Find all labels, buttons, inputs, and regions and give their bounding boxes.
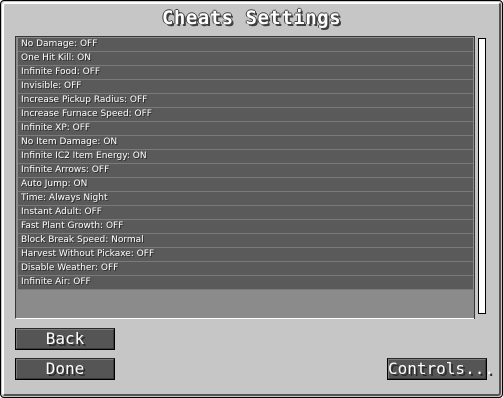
controls-button[interactable]: Controls... [387, 358, 494, 380]
cheat-row-label: Time: Always Night [21, 193, 108, 203]
cheat-row-label: Disable Weather: OFF [21, 263, 119, 273]
cheat-row-harvest-without-pickaxe[interactable]: Harvest Without Pickaxe: OFF [18, 248, 473, 262]
cheat-row-label: Infinite Arrows: OFF [21, 165, 110, 175]
done-button[interactable]: Done [15, 358, 115, 380]
cheat-row-label: No Damage: OFF [21, 39, 98, 49]
back-button[interactable]: Back [15, 328, 115, 350]
cheat-row-label: Infinite IC2 Item Energy: ON [21, 151, 147, 161]
list-scrollbar-thumb[interactable] [478, 38, 486, 314]
cheats-list[interactable]: No Damage: OFF One Hit Kill: ON Infinite… [15, 36, 475, 319]
cheat-row-auto-jump[interactable]: Auto Jump: ON [18, 178, 473, 192]
cheat-row-label: Block Break Speed: Normal [21, 235, 144, 245]
cheat-row-label: Infinite Air: OFF [21, 277, 91, 287]
cheat-row-fast-plant-growth[interactable]: Fast Plant Growth: OFF [18, 220, 473, 234]
cheat-row-label: Increase Pickup Radius: OFF [21, 95, 148, 105]
window-title: Cheats Settings [161, 7, 342, 29]
cheat-row-infinite-food[interactable]: Infinite Food: OFF [18, 66, 473, 80]
cheat-row-label: Increase Furnace Speed: OFF [21, 109, 152, 119]
cheat-row-infinite-ic2-item-energy[interactable]: Infinite IC2 Item Energy: ON [18, 150, 473, 164]
cheat-row-no-damage[interactable]: No Damage: OFF [18, 38, 473, 52]
cheat-row-label: No Item Damage: ON [21, 137, 118, 147]
cheat-row-instant-adult[interactable]: Instant Adult: OFF [18, 206, 473, 220]
cheat-row-increase-pickup-radius[interactable]: Increase Pickup Radius: OFF [18, 94, 473, 108]
cheat-row-infinite-air[interactable]: Infinite Air: OFF [18, 276, 473, 290]
cheat-row-increase-furnace-speed[interactable]: Increase Furnace Speed: OFF [18, 108, 473, 122]
cheat-row-block-break-speed[interactable]: Block Break Speed: Normal [18, 234, 473, 248]
cheat-row-label: Harvest Without Pickaxe: OFF [21, 249, 155, 259]
cheat-row-time[interactable]: Time: Always Night [18, 192, 473, 206]
cheat-row-label: Instant Adult: OFF [21, 207, 102, 217]
cheat-row-infinite-xp[interactable]: Infinite XP: OFF [18, 122, 473, 136]
cheat-row-infinite-arrows[interactable]: Infinite Arrows: OFF [18, 164, 473, 178]
cheat-row-invisible[interactable]: Invisible: OFF [18, 80, 473, 94]
cheat-row-label: Infinite Food: OFF [21, 67, 101, 77]
cheat-row-label: Invisible: OFF [21, 81, 82, 91]
cheat-row-label: One Hit Kill: ON [21, 53, 91, 63]
list-scrollbar[interactable] [474, 36, 489, 319]
cheat-row-no-item-damage[interactable]: No Item Damage: ON [18, 136, 473, 150]
cheat-row-label: Auto Jump: ON [21, 179, 88, 189]
cheat-row-disable-weather[interactable]: Disable Weather: OFF [18, 262, 473, 276]
cheat-row-label: Fast Plant Growth: OFF [21, 221, 124, 231]
cheat-row-label: Infinite XP: OFF [21, 123, 91, 133]
cheat-row-one-hit-kill[interactable]: One Hit Kill: ON [18, 52, 473, 66]
